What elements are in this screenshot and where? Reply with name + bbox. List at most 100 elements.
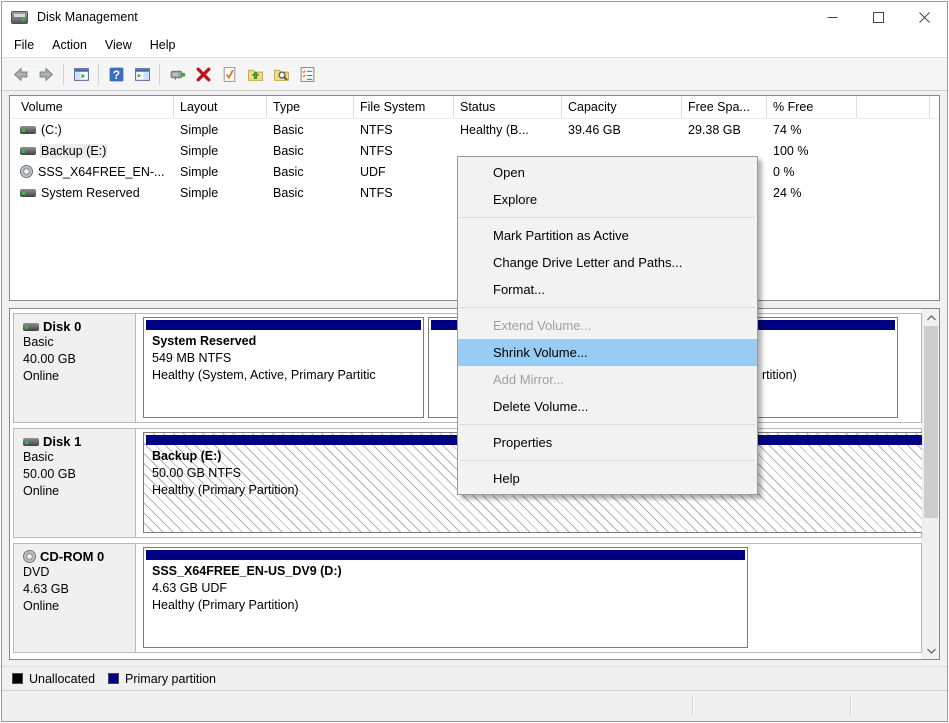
disk-info-line: 40.00 GB — [23, 351, 135, 368]
cell-layout: Simple — [174, 186, 267, 200]
menu-item-help[interactable]: Help — [458, 465, 757, 492]
drive-icon — [23, 323, 39, 331]
disk-label-disk-0[interactable]: Disk 0Basic40.00 GBOnline — [14, 314, 136, 422]
menu-view[interactable]: View — [96, 34, 141, 56]
volume-list-header: VolumeLayoutTypeFile SystemStatusCapacit… — [10, 96, 939, 119]
column-header-blank[interactable] — [857, 96, 930, 118]
cell-type: Basic — [267, 186, 354, 200]
partition-title: SSS_X64FREE_EN-US_DV9 (D:) — [144, 563, 747, 580]
toolbar-action-pane-icon[interactable] — [129, 61, 155, 87]
toolbar-help-icon[interactable]: ? — [103, 61, 129, 87]
drive-icon — [23, 438, 39, 446]
cell-pct-free: 74 % — [767, 123, 857, 137]
volume-name: Backup (E:) — [41, 144, 106, 158]
status-bar — [2, 690, 947, 721]
toolbar-separator — [159, 64, 160, 85]
column-header-file-system[interactable]: File System — [354, 96, 454, 118]
cell-type: Basic — [267, 165, 354, 179]
cell-volume: Backup (E:) — [10, 144, 174, 158]
disk-info-line: Basic — [23, 449, 135, 466]
column-header-layout[interactable]: Layout — [174, 96, 267, 118]
context-menu-separator — [460, 217, 755, 218]
menu-file[interactable]: File — [5, 34, 43, 56]
chevron-down-icon — [927, 648, 936, 654]
toolbar-forward-arrow-icon[interactable] — [33, 61, 59, 87]
toolbar-console-tree-icon[interactable] — [68, 61, 94, 87]
column-header-type[interactable]: Type — [267, 96, 354, 118]
column-header-free-spa[interactable]: Free Spa... — [682, 96, 767, 118]
toolbar-back-arrow-icon[interactable] — [7, 61, 33, 87]
cell-pct-free: 24 % — [767, 186, 857, 200]
column-header-status[interactable]: Status — [454, 96, 562, 118]
context-menu-separator — [460, 424, 755, 425]
toolbar: ? — [2, 57, 947, 91]
scroll-down-button[interactable] — [923, 642, 939, 659]
disk-name-text: Disk 0 — [43, 319, 81, 334]
disk-name: Disk 0 — [23, 319, 135, 334]
context-menu-separator — [460, 307, 755, 308]
scrollbar-thumb[interactable] — [924, 326, 938, 518]
minimize-icon — [827, 12, 838, 23]
cell-pct-free: 0 % — [767, 165, 857, 179]
cell-pct-free: 100 % — [767, 144, 857, 158]
column-header-free[interactable]: % Free — [767, 96, 857, 118]
toolbar-separator — [63, 64, 64, 85]
partition-sss-x64free-en-us-dv9-d[interactable]: SSS_X64FREE_EN-US_DV9 (D:)4.63 GB UDFHea… — [143, 547, 748, 648]
menu-item-change-drive-letter-and-paths[interactable]: Change Drive Letter and Paths... — [458, 249, 757, 276]
scroll-up-button[interactable] — [923, 309, 939, 326]
disk-label-disk-1[interactable]: Disk 1Basic50.00 GBOnline — [14, 429, 136, 537]
cell-status: Healthy (B... — [454, 123, 562, 137]
cell-file-system: NTFS — [354, 186, 454, 200]
status-bar-divider — [692, 696, 693, 716]
legend-color-swatch — [108, 673, 119, 684]
menu-item-delete-volume[interactable]: Delete Volume... — [458, 393, 757, 420]
partition-system-reserved[interactable]: System Reserved549 MB NTFSHealthy (Syste… — [143, 317, 424, 418]
disk-label-cd-rom-0[interactable]: CD-ROM 0DVD4.63 GBOnline — [14, 544, 136, 652]
cell-layout: Simple — [174, 165, 267, 179]
toolbar-folder-up-icon[interactable] — [242, 61, 268, 87]
volume-row-c[interactable]: (C:)SimpleBasicNTFSHealthy (B...39.46 GB… — [10, 119, 939, 140]
menu-item-shrink-volume[interactable]: Shrink Volume... — [458, 339, 757, 366]
disk-name: Disk 1 — [23, 434, 135, 449]
menu-item-mark-partition-as-active[interactable]: Mark Partition as Active — [458, 222, 757, 249]
disk-info-line: DVD — [23, 564, 135, 581]
context-menu-separator — [460, 460, 755, 461]
menu-item-format[interactable]: Format... — [458, 276, 757, 303]
svg-text:?: ? — [112, 68, 119, 81]
close-button[interactable] — [901, 2, 947, 32]
volume-name: (C:) — [41, 123, 62, 137]
toolbar-delete-x-icon[interactable] — [190, 61, 216, 87]
column-header-volume[interactable]: Volume — [10, 96, 174, 118]
disk-info-line: Basic — [23, 334, 135, 351]
partition-size: 4.63 GB UDF — [144, 580, 747, 597]
menu-action[interactable]: Action — [43, 34, 96, 56]
vertical-scrollbar[interactable] — [922, 309, 939, 659]
partition-legend: UnallocatedPrimary partition — [2, 666, 947, 690]
menu-item-open[interactable]: Open — [458, 159, 757, 186]
minimize-button[interactable] — [809, 2, 855, 32]
maximize-button[interactable] — [855, 2, 901, 32]
menu-item-explore[interactable]: Explore — [458, 186, 757, 213]
cd-icon — [23, 550, 36, 563]
volume-name: System Reserved — [41, 186, 140, 200]
partition-type-strip — [146, 550, 745, 560]
cell-free-space: 29.38 GB — [682, 123, 767, 137]
volume-name: SSS_X64FREE_EN-... — [38, 165, 164, 179]
disk-info-line: Online — [23, 598, 135, 615]
partition-title: System Reserved — [144, 333, 423, 350]
toolbar-computer-device-icon[interactable] — [164, 61, 190, 87]
column-header-capacity[interactable]: Capacity — [562, 96, 682, 118]
toolbar-folder-search-icon[interactable] — [268, 61, 294, 87]
cell-capacity: 39.46 GB — [562, 123, 682, 137]
menu-item-properties[interactable]: Properties — [458, 429, 757, 456]
cell-file-system: NTFS — [354, 144, 454, 158]
toolbar-check-document-icon[interactable] — [216, 61, 242, 87]
legend-color-swatch — [12, 673, 23, 684]
disk-name-text: CD-ROM 0 — [40, 549, 104, 564]
menu-help[interactable]: Help — [141, 34, 185, 56]
legend-label: Primary partition — [125, 672, 216, 686]
cell-volume: (C:) — [10, 123, 174, 137]
disk-info-line: 50.00 GB — [23, 466, 135, 483]
disk-info-line: Online — [23, 368, 135, 385]
toolbar-task-list-icon[interactable] — [294, 61, 320, 87]
